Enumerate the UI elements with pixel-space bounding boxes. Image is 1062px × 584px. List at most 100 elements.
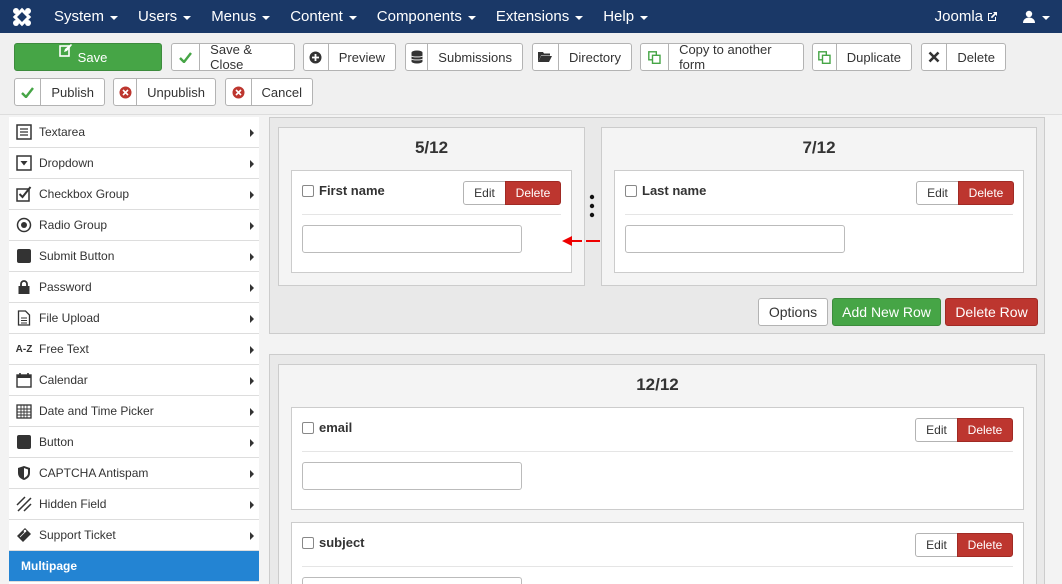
cancel-button[interactable]: Cancel bbox=[225, 78, 313, 106]
field-first-name[interactable]: First name Edit Delete bbox=[291, 170, 572, 273]
delete-button[interactable]: Delete bbox=[921, 43, 1006, 71]
copy-to-form-button[interactable]: Copy to another form bbox=[640, 42, 804, 72]
x-circle-icon bbox=[226, 79, 252, 105]
duplicate-label: Duplicate bbox=[846, 49, 901, 65]
caret-down-icon bbox=[575, 15, 584, 20]
edit-button[interactable]: Edit bbox=[916, 181, 959, 205]
field-name: email bbox=[319, 420, 353, 435]
caret-down-icon bbox=[183, 15, 192, 20]
x-circle-icon bbox=[114, 79, 138, 105]
sidebar-item-hidden-field[interactable]: Hidden Field bbox=[9, 489, 259, 520]
lock-icon bbox=[15, 278, 33, 296]
column-resize-handle[interactable] bbox=[589, 194, 595, 222]
sidebar-item-password[interactable]: Password bbox=[9, 272, 259, 303]
field-label: Last name bbox=[625, 183, 706, 198]
field-checkbox[interactable] bbox=[302, 421, 314, 434]
sidebar-item-radio-group[interactable]: Radio Group bbox=[9, 210, 259, 241]
sidebar-item-date-time-picker[interactable]: Date and Time Picker bbox=[9, 396, 259, 427]
sidebar-item-textarea[interactable]: Textarea bbox=[9, 117, 259, 148]
edit-button[interactable]: Edit bbox=[915, 418, 958, 442]
preview-button[interactable]: Preview bbox=[303, 43, 396, 71]
publish-label: Publish bbox=[51, 84, 94, 100]
menu-menus[interactable]: Menus bbox=[201, 0, 280, 33]
sidebar-item-label: Multipage bbox=[21, 559, 77, 573]
edit-button[interactable]: Edit bbox=[463, 181, 506, 205]
radio-icon bbox=[15, 216, 33, 234]
menu-content[interactable]: Content bbox=[280, 0, 367, 33]
shield-icon bbox=[15, 464, 33, 482]
field-checkbox[interactable] bbox=[625, 184, 637, 197]
caret-down-icon bbox=[110, 15, 119, 20]
caret-down-icon bbox=[262, 15, 271, 20]
submissions-button[interactable]: Submissions bbox=[405, 43, 523, 71]
duplicate-button[interactable]: Duplicate bbox=[812, 43, 912, 71]
sidebar-item-label: Date and Time Picker bbox=[39, 404, 154, 418]
sidebar-item-checkbox-group[interactable]: Checkbox Group bbox=[9, 179, 259, 210]
divider bbox=[625, 214, 1013, 215]
delete-field-button[interactable]: Delete bbox=[957, 418, 1013, 442]
first-name-input[interactable] bbox=[302, 225, 522, 253]
close-icon bbox=[922, 44, 948, 70]
last-name-input[interactable] bbox=[625, 225, 845, 253]
caret-down-icon bbox=[640, 15, 649, 20]
sidebar-item-support-ticket[interactable]: Support Ticket bbox=[9, 520, 259, 551]
menu-label: Users bbox=[138, 8, 178, 25]
divider bbox=[302, 451, 1013, 452]
copy-icon bbox=[641, 44, 670, 70]
sidebar-item-submit-button[interactable]: Submit Button bbox=[9, 241, 259, 272]
menu-label: Help bbox=[603, 8, 635, 25]
dropdown-icon bbox=[15, 154, 33, 172]
field-checkbox[interactable] bbox=[302, 536, 314, 549]
menu-extensions[interactable]: Extensions bbox=[486, 0, 593, 33]
nav-right: Joomla bbox=[923, 0, 1062, 33]
sidebar-item-file-upload[interactable]: File Upload bbox=[9, 303, 259, 334]
field-label: subject bbox=[302, 535, 365, 550]
field-last-name[interactable]: Last name Edit Delete bbox=[614, 170, 1024, 273]
delete-field-button[interactable]: Delete bbox=[957, 533, 1013, 557]
menu-help[interactable]: Help bbox=[593, 0, 658, 33]
sidebar-item-calendar[interactable]: Calendar bbox=[9, 365, 259, 396]
menu-label: Content bbox=[290, 8, 343, 25]
sidebar-item-captcha[interactable]: CAPTCHA Antispam bbox=[9, 458, 259, 489]
menu-system[interactable]: System bbox=[44, 0, 128, 33]
user-menu[interactable] bbox=[1010, 0, 1062, 33]
menu-users[interactable]: Users bbox=[128, 0, 201, 33]
site-link[interactable]: Joomla bbox=[923, 0, 1010, 33]
menu-components[interactable]: Components bbox=[367, 0, 486, 33]
divider bbox=[302, 214, 561, 215]
delete-field-button[interactable]: Delete bbox=[958, 181, 1014, 205]
field-label: email bbox=[302, 420, 352, 435]
joomla-logo-icon[interactable] bbox=[0, 0, 44, 33]
save-close-button[interactable]: Save & Close bbox=[171, 42, 295, 72]
text-icon: A-Z bbox=[15, 343, 33, 355]
sidebar-item-multipage[interactable]: Multipage bbox=[9, 551, 259, 582]
subject-input[interactable] bbox=[302, 577, 522, 584]
field-subject[interactable]: subject Edit Delete bbox=[291, 522, 1024, 584]
delete-field-button[interactable]: Delete bbox=[505, 181, 561, 205]
column-width-label: 7/12 bbox=[802, 138, 836, 157]
chevron-right-icon bbox=[250, 315, 254, 323]
column-5-12: 5/12 First name Edit Delete bbox=[278, 127, 585, 286]
folder-open-icon bbox=[533, 44, 559, 70]
publish-button[interactable]: Publish bbox=[14, 78, 105, 106]
edit-button[interactable]: Edit bbox=[915, 533, 958, 557]
check-icon bbox=[15, 79, 42, 105]
sidebar-item-label: Free Text bbox=[39, 342, 89, 356]
field-email[interactable]: email Edit Delete bbox=[291, 407, 1024, 510]
sidebar-item-dropdown[interactable]: Dropdown bbox=[9, 148, 259, 179]
column-width-label: 5/12 bbox=[414, 138, 449, 157]
caret-down-icon bbox=[467, 15, 476, 20]
unpublish-button[interactable]: Unpublish bbox=[113, 78, 216, 106]
sidebar-item-button[interactable]: Button bbox=[9, 427, 259, 458]
options-button[interactable]: Options bbox=[758, 298, 828, 326]
save-button[interactable]: Save bbox=[14, 43, 162, 71]
file-icon bbox=[15, 309, 33, 327]
delete-row-button[interactable]: Delete Row bbox=[945, 298, 1038, 326]
add-new-row-button[interactable]: Add New Row bbox=[832, 298, 941, 326]
form-row-2: 12/12 email Edit Delete subject Edit Del… bbox=[269, 354, 1045, 584]
button-icon bbox=[15, 433, 33, 451]
field-checkbox[interactable] bbox=[302, 184, 314, 197]
directory-button[interactable]: Directory bbox=[532, 43, 632, 71]
email-input[interactable] bbox=[302, 462, 522, 490]
sidebar-item-free-text[interactable]: A-Z Free Text bbox=[9, 334, 259, 365]
